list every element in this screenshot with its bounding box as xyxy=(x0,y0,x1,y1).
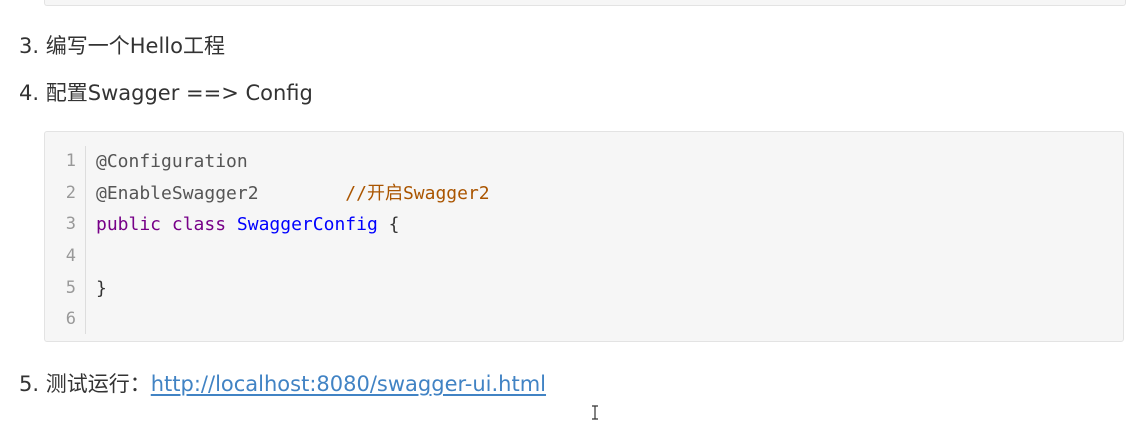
list-item-text: 测试运行： xyxy=(45,372,151,396)
list-number: 5. xyxy=(19,372,40,396)
list-item-text: 编写一个Hello工程 xyxy=(45,34,225,58)
annotation-token: @Configuration xyxy=(96,151,248,172)
code-line-2[interactable]: @EnableSwagger2 //开启Swagger2 xyxy=(96,178,490,210)
list-item-step-4: 4. 配置Swagger ==> Config xyxy=(19,78,313,108)
code-line-1[interactable]: @Configuration xyxy=(96,146,490,178)
brace-token: { xyxy=(388,214,400,236)
code-line-4[interactable] xyxy=(96,241,490,273)
list-item-step-5: 5. 测试运行：http://localhost:8080/swagger-ui… xyxy=(19,369,546,399)
code-content[interactable]: @Configuration @EnableSwagger2 //开启Swagg… xyxy=(96,146,490,336)
text-cursor-icon xyxy=(591,405,599,420)
line-number: 4 xyxy=(65,246,76,267)
class-name-token: SwaggerConfig xyxy=(236,214,378,236)
swagger-ui-link[interactable]: http://localhost:8080/swagger-ui.html xyxy=(151,372,546,396)
code-line-5[interactable]: } xyxy=(96,273,490,305)
line-number: 3 xyxy=(65,214,76,235)
previous-code-block-edge xyxy=(44,0,1126,6)
line-number: 2 xyxy=(65,182,76,203)
line-number: 5 xyxy=(65,277,76,298)
list-number: 4. xyxy=(19,81,40,105)
list-item-step-3: 3. 编写一个Hello工程 xyxy=(19,31,225,61)
line-number-gutter: 1 2 3 4 5 6 xyxy=(45,146,86,334)
list-item-text: 配置Swagger ==> Config xyxy=(45,81,313,105)
code-block[interactable]: 1 2 3 4 5 6 @Configuration @EnableSwagge… xyxy=(44,131,1124,342)
line-number: 6 xyxy=(65,309,76,330)
code-line-3[interactable]: public class SwaggerConfig { xyxy=(96,209,490,241)
annotation-token: @EnableSwagger2 xyxy=(96,182,259,204)
line-number: 1 xyxy=(65,151,76,171)
keyword-token: class xyxy=(171,214,227,236)
comment-token: //开启Swagger2 xyxy=(345,182,490,204)
list-number: 3. xyxy=(19,34,40,58)
keyword-token: public xyxy=(96,214,162,236)
code-line-6[interactable] xyxy=(96,304,490,336)
